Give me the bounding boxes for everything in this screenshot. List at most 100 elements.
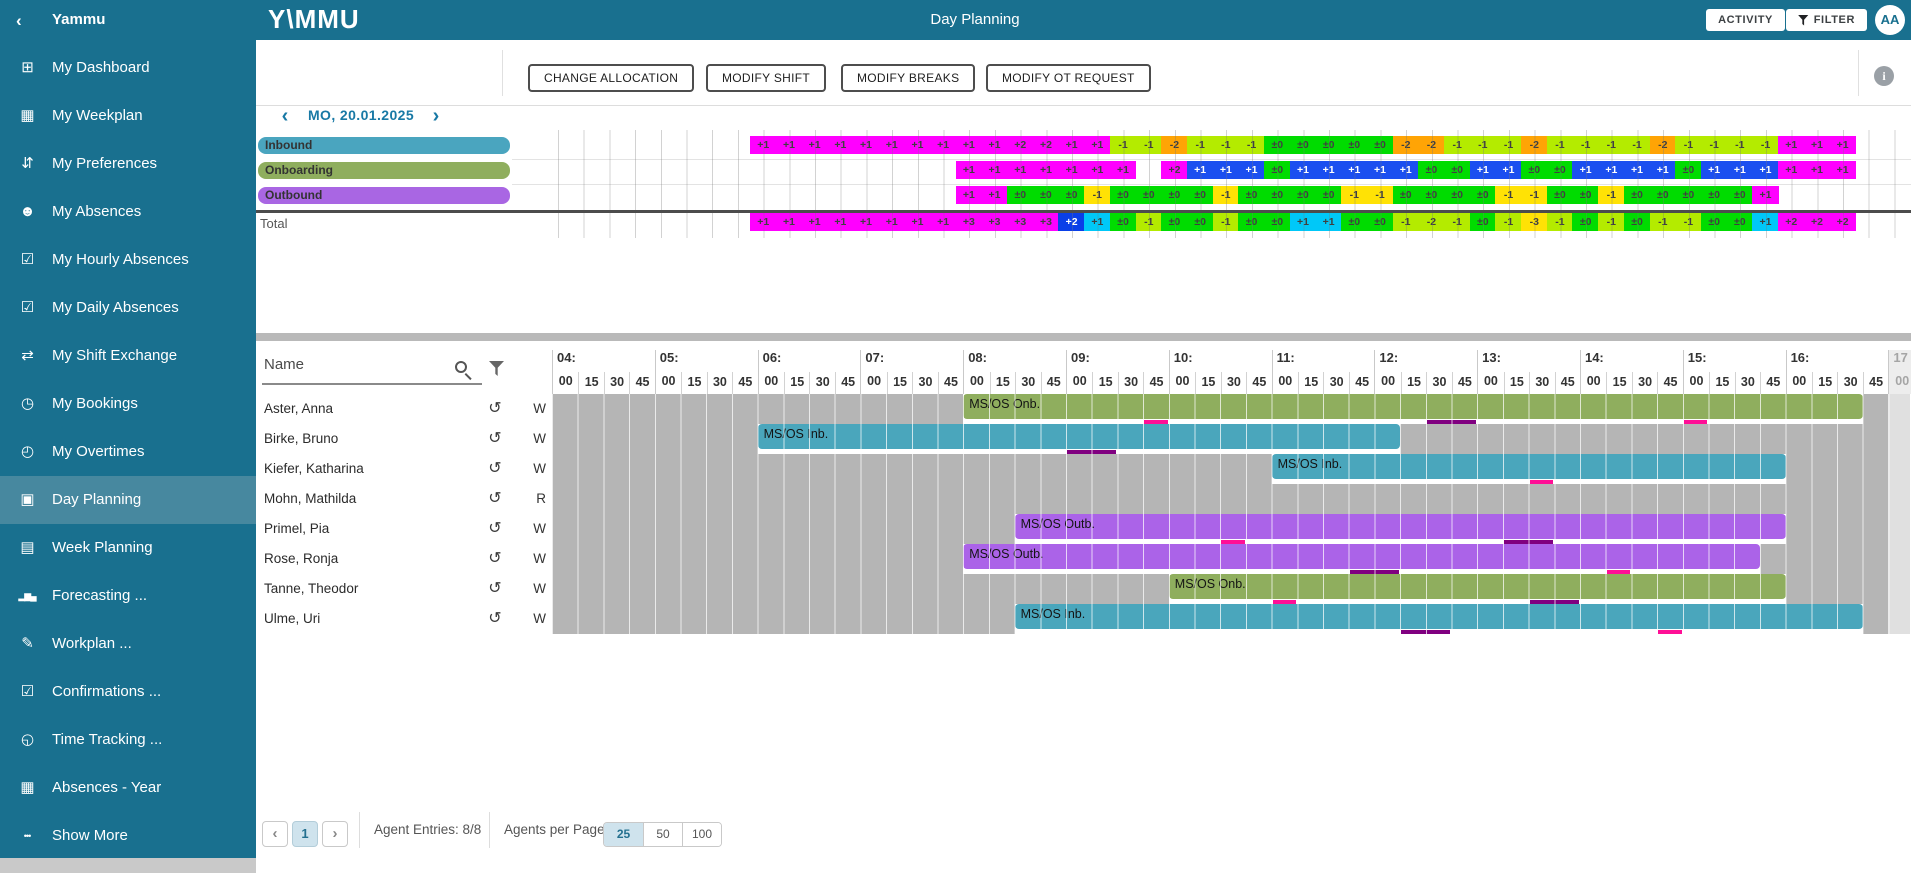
avatar[interactable]: AA	[1875, 5, 1905, 35]
sidebar-item-time-tracking[interactable]: ◵Time Tracking ...	[0, 716, 256, 764]
agent-status-letter: W	[528, 514, 546, 544]
shift-bar-ms-os-outb[interactable]: MS/OS Outb.	[963, 544, 1760, 574]
agent-row-birke-bruno[interactable]: MS/OS Inb.Birke, Bruno↺W	[256, 424, 1911, 454]
per-page-option-50[interactable]: 50	[643, 823, 682, 846]
per-page-option-25[interactable]: 25	[604, 823, 643, 846]
shift-bar-ms-os-inb[interactable]: MS/OS Inb.	[758, 424, 1401, 454]
sidebar-item-confirmations[interactable]: ☑Confirmations ...	[0, 668, 256, 716]
change-allocation-button[interactable]: CHANGE ALLOCATION	[528, 64, 694, 92]
time-hour-11: 11:00153045	[1272, 350, 1375, 394]
time-hour-09: 09:00153045	[1066, 350, 1169, 394]
ribbon-cell: -1	[1547, 213, 1574, 231]
ribbon-cell: -1	[1701, 136, 1728, 154]
agent-row-rose-ronja[interactable]: MS/OS Outb.Rose, Ronja↺W	[256, 544, 1911, 574]
per-page-option-100[interactable]: 100	[682, 823, 721, 846]
agent-row-kiefer-katharina[interactable]: MS/OS Inb.Kiefer, Katharina↺W	[256, 454, 1911, 484]
ribbon-cell: +1	[1829, 161, 1856, 179]
history-icon[interactable]: ↺	[484, 454, 506, 483]
minute-labels: 00153045	[1067, 370, 1169, 394]
filter-button[interactable]: FILTER	[1786, 9, 1867, 31]
modify-shift-button[interactable]: MODIFY SHIFT	[706, 64, 826, 92]
hour-label: 04:	[553, 350, 655, 370]
page-number-button[interactable]: 1	[292, 821, 318, 847]
sidebar-header[interactable]: ‹ Yammu	[0, 0, 256, 44]
agent-row-aster-anna[interactable]: MS/OS Onb.Aster, Anna↺W	[256, 394, 1911, 424]
activity-button[interactable]: ACTIVITY	[1706, 9, 1785, 31]
info-icon[interactable]: i	[1874, 66, 1894, 86]
ribbon-cell: -1	[1598, 186, 1625, 204]
chevron-left-icon[interactable]: ‹	[16, 11, 22, 31]
ribbon-cell: -1	[1084, 186, 1111, 204]
ribbon-cell: ±0	[1187, 186, 1214, 204]
minute-label: 15	[1195, 372, 1220, 394]
sidebar-item-my-dashboard[interactable]: ⊞My Dashboard	[0, 44, 256, 92]
sidebar-item-my-hourly-absences[interactable]: ☑My Hourly Absences	[0, 236, 256, 284]
hour-label: 10:	[1170, 350, 1272, 370]
panel-splitter[interactable]	[256, 333, 1911, 341]
minute-label: 15	[990, 372, 1015, 394]
sidebar-item-label: My Shift Exchange	[52, 332, 177, 380]
agent-name: Aster, Anna	[264, 394, 333, 424]
search-icon[interactable]	[455, 361, 467, 373]
sidebar-item-my-bookings[interactable]: ◷My Bookings	[0, 380, 256, 428]
page-title: Day Planning	[890, 11, 1060, 28]
sidebar-item-week-planning[interactable]: ▤Week Planning	[0, 524, 256, 572]
agent-row-primel-pia[interactable]: MS/OS Outb.Primel, Pia↺W	[256, 514, 1911, 544]
sidebar-item-my-daily-absences[interactable]: ☑My Daily Absences	[0, 284, 256, 332]
history-icon[interactable]: ↺	[484, 574, 506, 603]
history-icon[interactable]: ↺	[484, 424, 506, 453]
minute-labels: 00153045	[1787, 370, 1889, 394]
date-prev-button[interactable]: ‹	[273, 102, 297, 130]
minute-label: 30	[1221, 372, 1246, 394]
history-icon[interactable]: ↺	[484, 604, 506, 633]
date-next-button[interactable]: ›	[424, 102, 448, 130]
sidebar-item-show-more[interactable]: •••Show More	[0, 812, 256, 860]
hour-label: 12:	[1375, 350, 1477, 370]
shift-bar-ms-os-inb[interactable]: MS/OS Inb.	[1015, 604, 1863, 634]
shift-bar-ms-os-outb[interactable]: MS/OS Outb.	[1015, 514, 1786, 544]
minute-label: 30	[1323, 372, 1348, 394]
ribbon-cell: ±0	[1727, 186, 1754, 204]
agent-filter-icon[interactable]	[489, 361, 504, 376]
minute-label: 30	[1735, 372, 1760, 394]
clipboard-icon: ✎	[14, 620, 40, 668]
shift-bar-ms-os-inb[interactable]: MS/OS Inb.	[1272, 454, 1786, 484]
ribbon-cell: ±0	[1444, 186, 1471, 204]
page-prev-button[interactable]: ‹	[262, 821, 288, 847]
sidebar-item-workplan[interactable]: ✎Workplan ...	[0, 620, 256, 668]
sidebar-item-my-shift-exchange[interactable]: ⇄My Shift Exchange	[0, 332, 256, 380]
agent-row-tanne-theodor[interactable]: MS/OS Onb.Tanne, Theodor↺W	[256, 574, 1911, 604]
shift-bar-ms-os-onb[interactable]: MS/OS Onb.	[1169, 574, 1786, 604]
sidebar-item-forecasting[interactable]: ▂▆▄Forecasting ...	[0, 572, 256, 620]
history-icon[interactable]: ↺	[484, 484, 506, 513]
page-next-button[interactable]: ›	[322, 821, 348, 847]
agent-row-ulme-uri[interactable]: MS/OS Inb.Ulme, Uri↺W	[256, 604, 1911, 634]
sidebar-item-my-preferences[interactable]: ⇵My Preferences	[0, 140, 256, 188]
history-icon[interactable]: ↺	[484, 544, 506, 573]
ribbon-cell: ±0	[1264, 186, 1291, 204]
sidebar-item-day-planning[interactable]: ▣Day Planning	[0, 476, 256, 524]
hour-label: 08:	[964, 350, 1066, 370]
schedule-grid-trailing	[1888, 544, 1910, 574]
agent-row-mohn-mathilda[interactable]: Mohn, Mathilda↺R	[256, 484, 1911, 514]
minute-label: 00	[1684, 370, 1709, 394]
sidebar-item-absences-year[interactable]: ▦Absences - Year	[0, 764, 256, 812]
sidebar-item-my-weekplan[interactable]: ▦My Weekplan	[0, 92, 256, 140]
ribbon-cell: +1	[827, 136, 854, 154]
sidebar: ‹ Yammu ⊞My Dashboard▦My Weekplan⇵My Pre…	[0, 0, 256, 858]
hour-label: 13:	[1478, 350, 1580, 370]
minute-label: 45	[732, 372, 757, 394]
sidebar-item-my-overtimes[interactable]: ◴My Overtimes	[0, 428, 256, 476]
ribbon-cell: -1	[1444, 213, 1471, 231]
history-icon[interactable]: ↺	[484, 514, 506, 543]
history-icon[interactable]: ↺	[484, 394, 506, 423]
minute-label: 30	[1426, 372, 1451, 394]
shift-bar-ms-os-onb[interactable]: MS/OS Onb.	[963, 394, 1863, 424]
modify-breaks-button[interactable]: MODIFY BREAKS	[841, 64, 975, 92]
agent-name: Ulme, Uri	[264, 604, 320, 634]
schedule-grid-trailing	[1888, 484, 1910, 514]
ribbon-cell: +1	[930, 213, 957, 231]
modify-ot-request-button[interactable]: MODIFY OT REQUEST	[986, 64, 1151, 92]
sidebar-item-my-absences[interactable]: ☻My Absences	[0, 188, 256, 236]
name-search-input[interactable]	[262, 383, 482, 385]
